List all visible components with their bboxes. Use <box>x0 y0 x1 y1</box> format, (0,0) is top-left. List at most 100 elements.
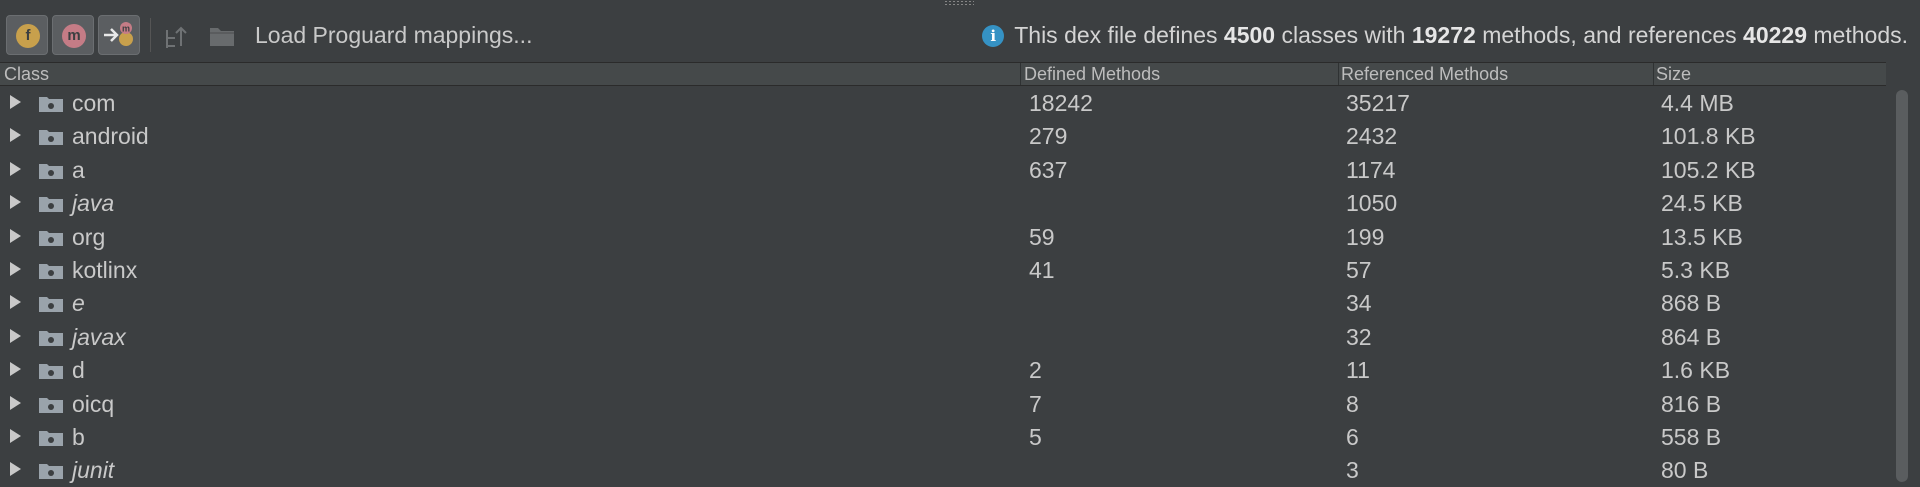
expand-arrow-icon[interactable] <box>10 261 21 276</box>
expand-arrow-icon[interactable] <box>10 428 21 443</box>
table-row[interactable]: junit 3 80 B <box>0 453 1886 486</box>
package-folder-icon <box>39 163 63 179</box>
table-header: Class Defined Methods Referenced Methods… <box>0 62 1886 86</box>
dex-summary: i This dex file defines 4500 classes with… <box>982 22 1908 49</box>
table-row[interactable]: a 637 1174 105.2 KB <box>0 153 1886 186</box>
column-header-defined-methods[interactable]: Defined Methods <box>1024 64 1160 85</box>
size-cell: 558 B <box>1661 423 1722 450</box>
column-header-referenced-methods[interactable]: Referenced Methods <box>1341 64 1508 85</box>
info-icon: i <box>982 25 1005 47</box>
svg-text:m: m <box>122 24 130 34</box>
table-row[interactable]: com 18242 35217 4.4 MB <box>0 86 1886 119</box>
defined-methods-cell: 637 <box>1029 156 1068 183</box>
resize-grip[interactable] <box>944 0 974 6</box>
column-header-class[interactable]: Class <box>4 64 49 85</box>
summary-mid2: methods, and references <box>1475 22 1744 48</box>
package-name: oicq <box>72 390 115 417</box>
package-folder-icon <box>39 464 63 480</box>
expand-arrow-icon[interactable] <box>10 95 21 109</box>
referenced-methods-cell: 35217 <box>1346 90 1410 116</box>
vertical-scrollbar[interactable] <box>1886 62 1920 486</box>
referenced-methods-cell: 32 <box>1346 323 1372 350</box>
column-header-size[interactable]: Size <box>1656 64 1691 85</box>
table-row[interactable]: org 59 199 13.5 KB <box>0 220 1886 253</box>
column-divider[interactable] <box>1653 63 1654 85</box>
referenced-methods-cell: 34 <box>1346 290 1372 317</box>
table-row[interactable]: oicq 7 8 816 B <box>0 387 1886 420</box>
table-row[interactable]: kotlinx 41 57 5.3 KB <box>0 253 1886 286</box>
package-folder-icon <box>39 397 63 413</box>
size-cell: 80 B <box>1661 457 1709 484</box>
referenced-methods-cell: 11 <box>1346 357 1370 384</box>
load-proguard-mappings-button[interactable]: Load Proguard mappings... <box>255 22 532 49</box>
toolbar-separator <box>150 18 151 52</box>
size-cell: 868 B <box>1661 290 1722 317</box>
expand-arrow-icon[interactable] <box>10 195 21 210</box>
size-cell: 13.5 KB <box>1661 223 1743 250</box>
size-cell: 4.4 MB <box>1661 90 1734 116</box>
package-name: org <box>72 223 106 250</box>
table-body: com 18242 35217 4.4 MB android 279 2432 101.8 K… <box>0 86 1886 487</box>
table-row[interactable]: javax 32 864 B <box>0 320 1886 353</box>
referenced-methods-cell: 2432 <box>1346 123 1398 150</box>
expand-arrow-icon[interactable] <box>10 128 21 143</box>
package-name: e <box>72 290 85 317</box>
referenced-methods-cell: 8 <box>1346 390 1359 417</box>
defined-methods-cell: 41 <box>1029 256 1055 283</box>
expand-arrow-icon[interactable] <box>10 228 21 243</box>
expand-arrow-icon[interactable] <box>10 328 21 343</box>
show-fields-toggle-button[interactable]: f <box>6 15 48 55</box>
show-methods-toggle-button[interactable]: m <box>52 15 94 55</box>
package-folder-icon <box>39 430 63 446</box>
scrollbar-thumb[interactable] <box>1896 90 1908 482</box>
package-folder-icon <box>39 330 63 346</box>
expand-arrow-icon[interactable] <box>10 295 21 310</box>
show-referenced-methods-toggle-button[interactable]: m <box>98 15 140 55</box>
package-folder-icon <box>39 230 63 246</box>
size-cell: 24.5 KB <box>1661 190 1743 217</box>
defined-methods-cell: 5 <box>1029 423 1042 450</box>
defined-methods-cell: 59 <box>1029 223 1055 250</box>
size-cell: 101.8 KB <box>1661 123 1756 150</box>
column-divider[interactable] <box>1338 63 1339 85</box>
referenced-method-icon: m <box>104 22 133 46</box>
table-row[interactable]: b 5 6 558 B <box>0 420 1886 453</box>
package-folder-icon <box>39 364 63 380</box>
package-name: kotlinx <box>72 256 138 283</box>
expand-arrow-icon[interactable] <box>10 395 21 410</box>
filter-tree-icon[interactable] <box>163 24 191 50</box>
table-row[interactable]: java 1050 24.5 KB <box>0 186 1886 219</box>
field-icon: f <box>16 24 40 48</box>
table-row[interactable]: android 279 2432 101.8 KB <box>0 119 1886 152</box>
package-name: android <box>72 123 149 150</box>
class-tree-table: Class Defined Methods Referenced Methods… <box>0 62 1886 486</box>
folder-open-icon[interactable] <box>208 24 236 48</box>
package-folder-icon <box>39 263 63 279</box>
table-row[interactable]: e 34 868 B <box>0 286 1886 319</box>
package-folder-icon <box>39 197 63 213</box>
package-name: java <box>72 190 115 217</box>
table-row[interactable]: d 2 11 1.6 KB <box>0 353 1886 386</box>
summary-prefix: This dex file defines <box>1014 22 1224 48</box>
package-name: d <box>72 357 85 384</box>
package-name: javax <box>72 323 126 350</box>
summary-methods-count: 19272 <box>1411 22 1476 48</box>
column-divider[interactable] <box>1020 63 1021 85</box>
package-folder-icon <box>39 130 63 146</box>
toolbar: f m m Load Proguard mappings... i This de… <box>0 10 1920 62</box>
expand-arrow-icon[interactable] <box>10 362 21 377</box>
expand-arrow-icon[interactable] <box>10 161 21 176</box>
summary-classes-count: 4500 <box>1223 22 1276 48</box>
summary-referenced-count: 40229 <box>1743 22 1807 48</box>
package-folder-icon <box>39 97 63 112</box>
size-cell: 5.3 KB <box>1661 256 1731 283</box>
referenced-methods-cell: 57 <box>1346 256 1372 283</box>
package-name: b <box>72 423 85 450</box>
referenced-methods-cell: 199 <box>1346 223 1385 250</box>
size-cell: 1.6 KB <box>1661 357 1731 384</box>
summary-mid1: classes with <box>1275 22 1412 48</box>
defined-methods-cell: 279 <box>1029 123 1068 150</box>
defined-methods-cell: 2 <box>1029 357 1042 384</box>
package-name: a <box>72 156 85 183</box>
expand-arrow-icon[interactable] <box>10 462 21 477</box>
